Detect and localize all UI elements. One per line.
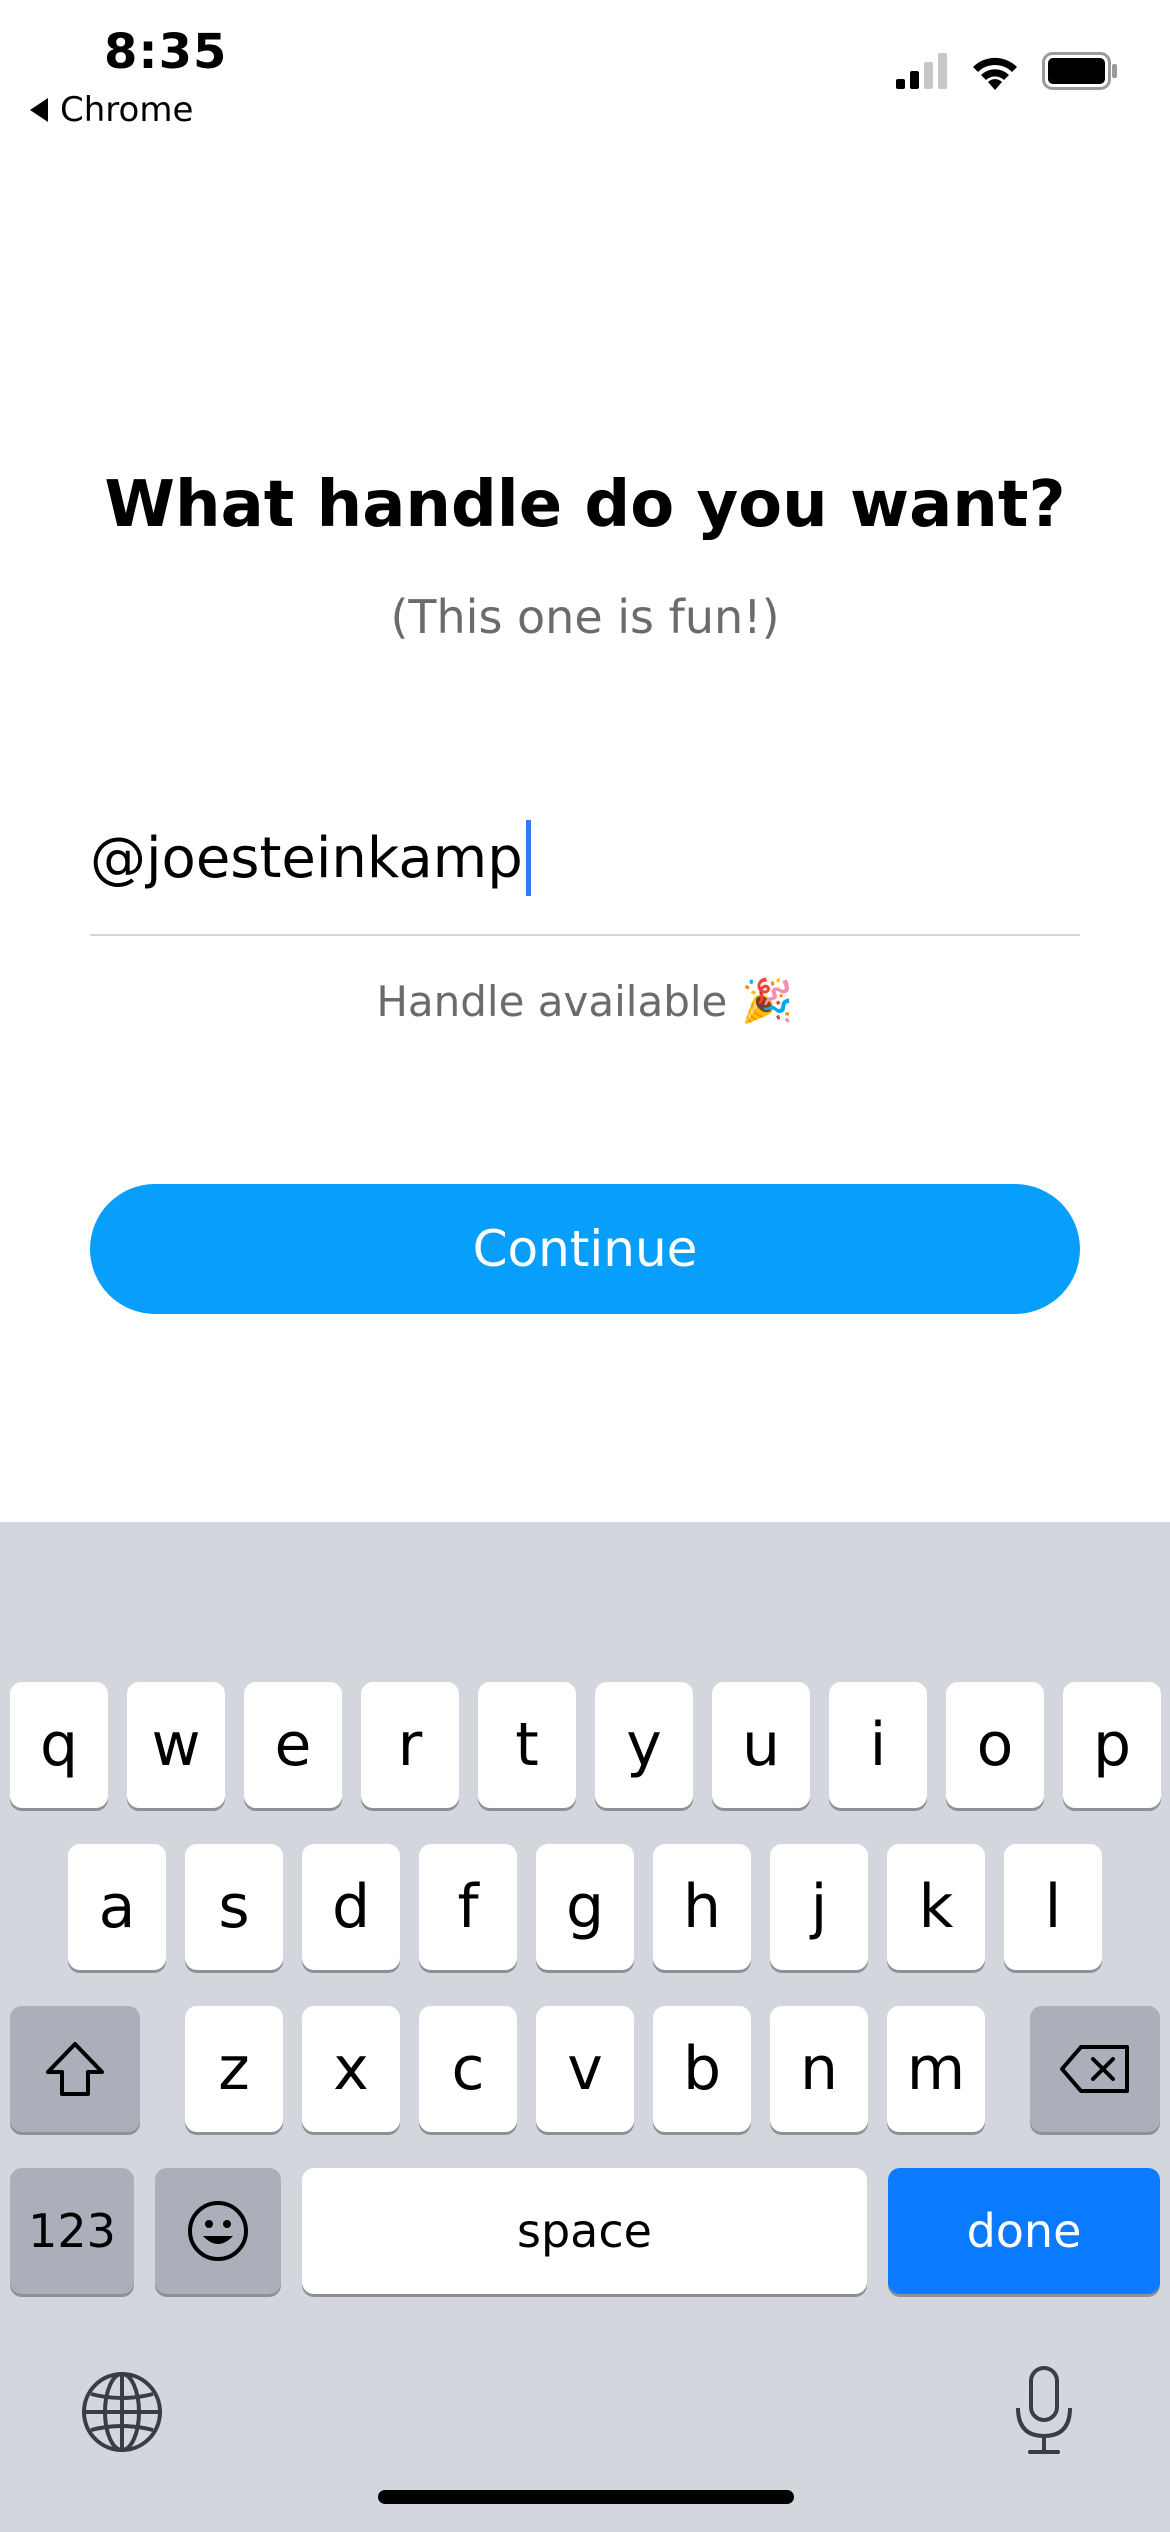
wifi-icon	[973, 57, 1017, 90]
key-label: j	[810, 1872, 828, 1942]
signal-icon	[896, 53, 947, 89]
key-label: 123	[28, 2204, 116, 2258]
key-l[interactable]: l	[1004, 1844, 1102, 1970]
key-label: v	[567, 2034, 603, 2104]
party-popper-icon: 🎉	[741, 976, 794, 1025]
key-m[interactable]: m	[887, 2006, 985, 2132]
key-b[interactable]: b	[653, 2006, 751, 2132]
key-n[interactable]: n	[770, 2006, 868, 2132]
key-label: g	[565, 1872, 605, 1942]
key-h[interactable]: h	[653, 1844, 751, 1970]
key-j[interactable]: j	[770, 1844, 868, 1970]
key-label: e	[274, 1710, 312, 1780]
handle-input-value-wrap: @joesteinkamp	[90, 820, 531, 896]
shift-arrow-icon	[46, 2042, 104, 2096]
key-label: y	[626, 1710, 662, 1780]
signup-handle-screen: 8:35 Chrome What handle do you want? (Th…	[0, 0, 1170, 2532]
backspace-key[interactable]	[1030, 2006, 1160, 2132]
handle-input-value: @joesteinkamp	[90, 825, 523, 891]
back-app-label: Chrome	[60, 90, 194, 130]
key-p[interactable]: p	[1063, 1682, 1161, 1808]
key-label: h	[682, 1872, 722, 1942]
onscreen-keyboard: q w e r t y u i o p a s d f g h j k l z …	[0, 1522, 1170, 2532]
key-label: d	[331, 1872, 371, 1942]
key-label: z	[218, 2034, 250, 2104]
key-label: t	[515, 1710, 539, 1780]
battery-icon	[1042, 52, 1117, 90]
emoji-icon	[188, 2201, 248, 2261]
key-label: k	[918, 1872, 954, 1942]
key-k[interactable]: k	[887, 1844, 985, 1970]
key-x[interactable]: x	[302, 2006, 400, 2132]
key-i[interactable]: i	[829, 1682, 927, 1808]
key-v[interactable]: v	[536, 2006, 634, 2132]
continue-button[interactable]: Continue	[90, 1184, 1080, 1314]
key-label: x	[333, 2034, 369, 2104]
key-w[interactable]: w	[127, 1682, 225, 1808]
key-label: n	[799, 2034, 839, 2104]
key-a[interactable]: a	[68, 1844, 166, 1970]
status-time: 8:35	[104, 24, 228, 80]
key-label: a	[98, 1872, 136, 1942]
emoji-key[interactable]	[155, 2168, 281, 2294]
key-u[interactable]: u	[712, 1682, 810, 1808]
numbers-key[interactable]: 123	[10, 2168, 134, 2294]
key-r[interactable]: r	[361, 1682, 459, 1808]
key-label: r	[397, 1710, 423, 1780]
shift-key[interactable]	[10, 2006, 140, 2132]
key-q[interactable]: q	[10, 1682, 108, 1808]
key-y[interactable]: y	[595, 1682, 693, 1808]
key-s[interactable]: s	[185, 1844, 283, 1970]
key-label: l	[1044, 1872, 1062, 1942]
home-indicator[interactable]	[378, 2490, 794, 2504]
key-c[interactable]: c	[419, 2006, 517, 2132]
page-title: What handle do you want?	[104, 468, 1066, 542]
back-to-app-button[interactable]: Chrome	[30, 90, 193, 130]
key-label: q	[39, 1710, 79, 1780]
key-label: c	[451, 2034, 485, 2104]
space-key[interactable]: space	[302, 2168, 867, 2294]
key-label: p	[1092, 1710, 1132, 1780]
key-label: w	[151, 1710, 201, 1780]
key-g[interactable]: g	[536, 1844, 634, 1970]
key-label: space	[517, 2204, 652, 2258]
done-key[interactable]: done	[888, 2168, 1160, 2294]
key-t[interactable]: t	[478, 1682, 576, 1808]
back-arrow-icon	[30, 98, 48, 122]
status-icons	[896, 52, 1118, 90]
key-label: i	[869, 1710, 887, 1780]
key-o[interactable]: o	[946, 1682, 1044, 1808]
key-label: m	[906, 2034, 966, 2104]
key-label: done	[966, 2204, 1082, 2258]
key-label: b	[682, 2034, 722, 2104]
availability-text: Handle available	[376, 976, 728, 1026]
backspace-icon	[1060, 2045, 1129, 2093]
text-caret	[525, 820, 531, 896]
key-label: o	[976, 1710, 1014, 1780]
key-f[interactable]: f	[419, 1844, 517, 1970]
key-z[interactable]: z	[185, 2006, 283, 2132]
handle-availability-status: Handle available 🎉	[0, 976, 1170, 1026]
key-e[interactable]: e	[244, 1682, 342, 1808]
handle-input[interactable]: @joesteinkamp	[90, 800, 1080, 936]
key-label: f	[457, 1872, 479, 1942]
page-subtitle: (This one is fun!)	[390, 590, 780, 644]
key-d[interactable]: d	[302, 1844, 400, 1970]
key-label: u	[741, 1710, 781, 1780]
microphone-icon[interactable]	[1012, 2364, 1076, 2456]
key-label: s	[218, 1872, 250, 1942]
globe-icon[interactable]	[80, 2370, 164, 2454]
continue-button-label: Continue	[472, 1220, 698, 1278]
